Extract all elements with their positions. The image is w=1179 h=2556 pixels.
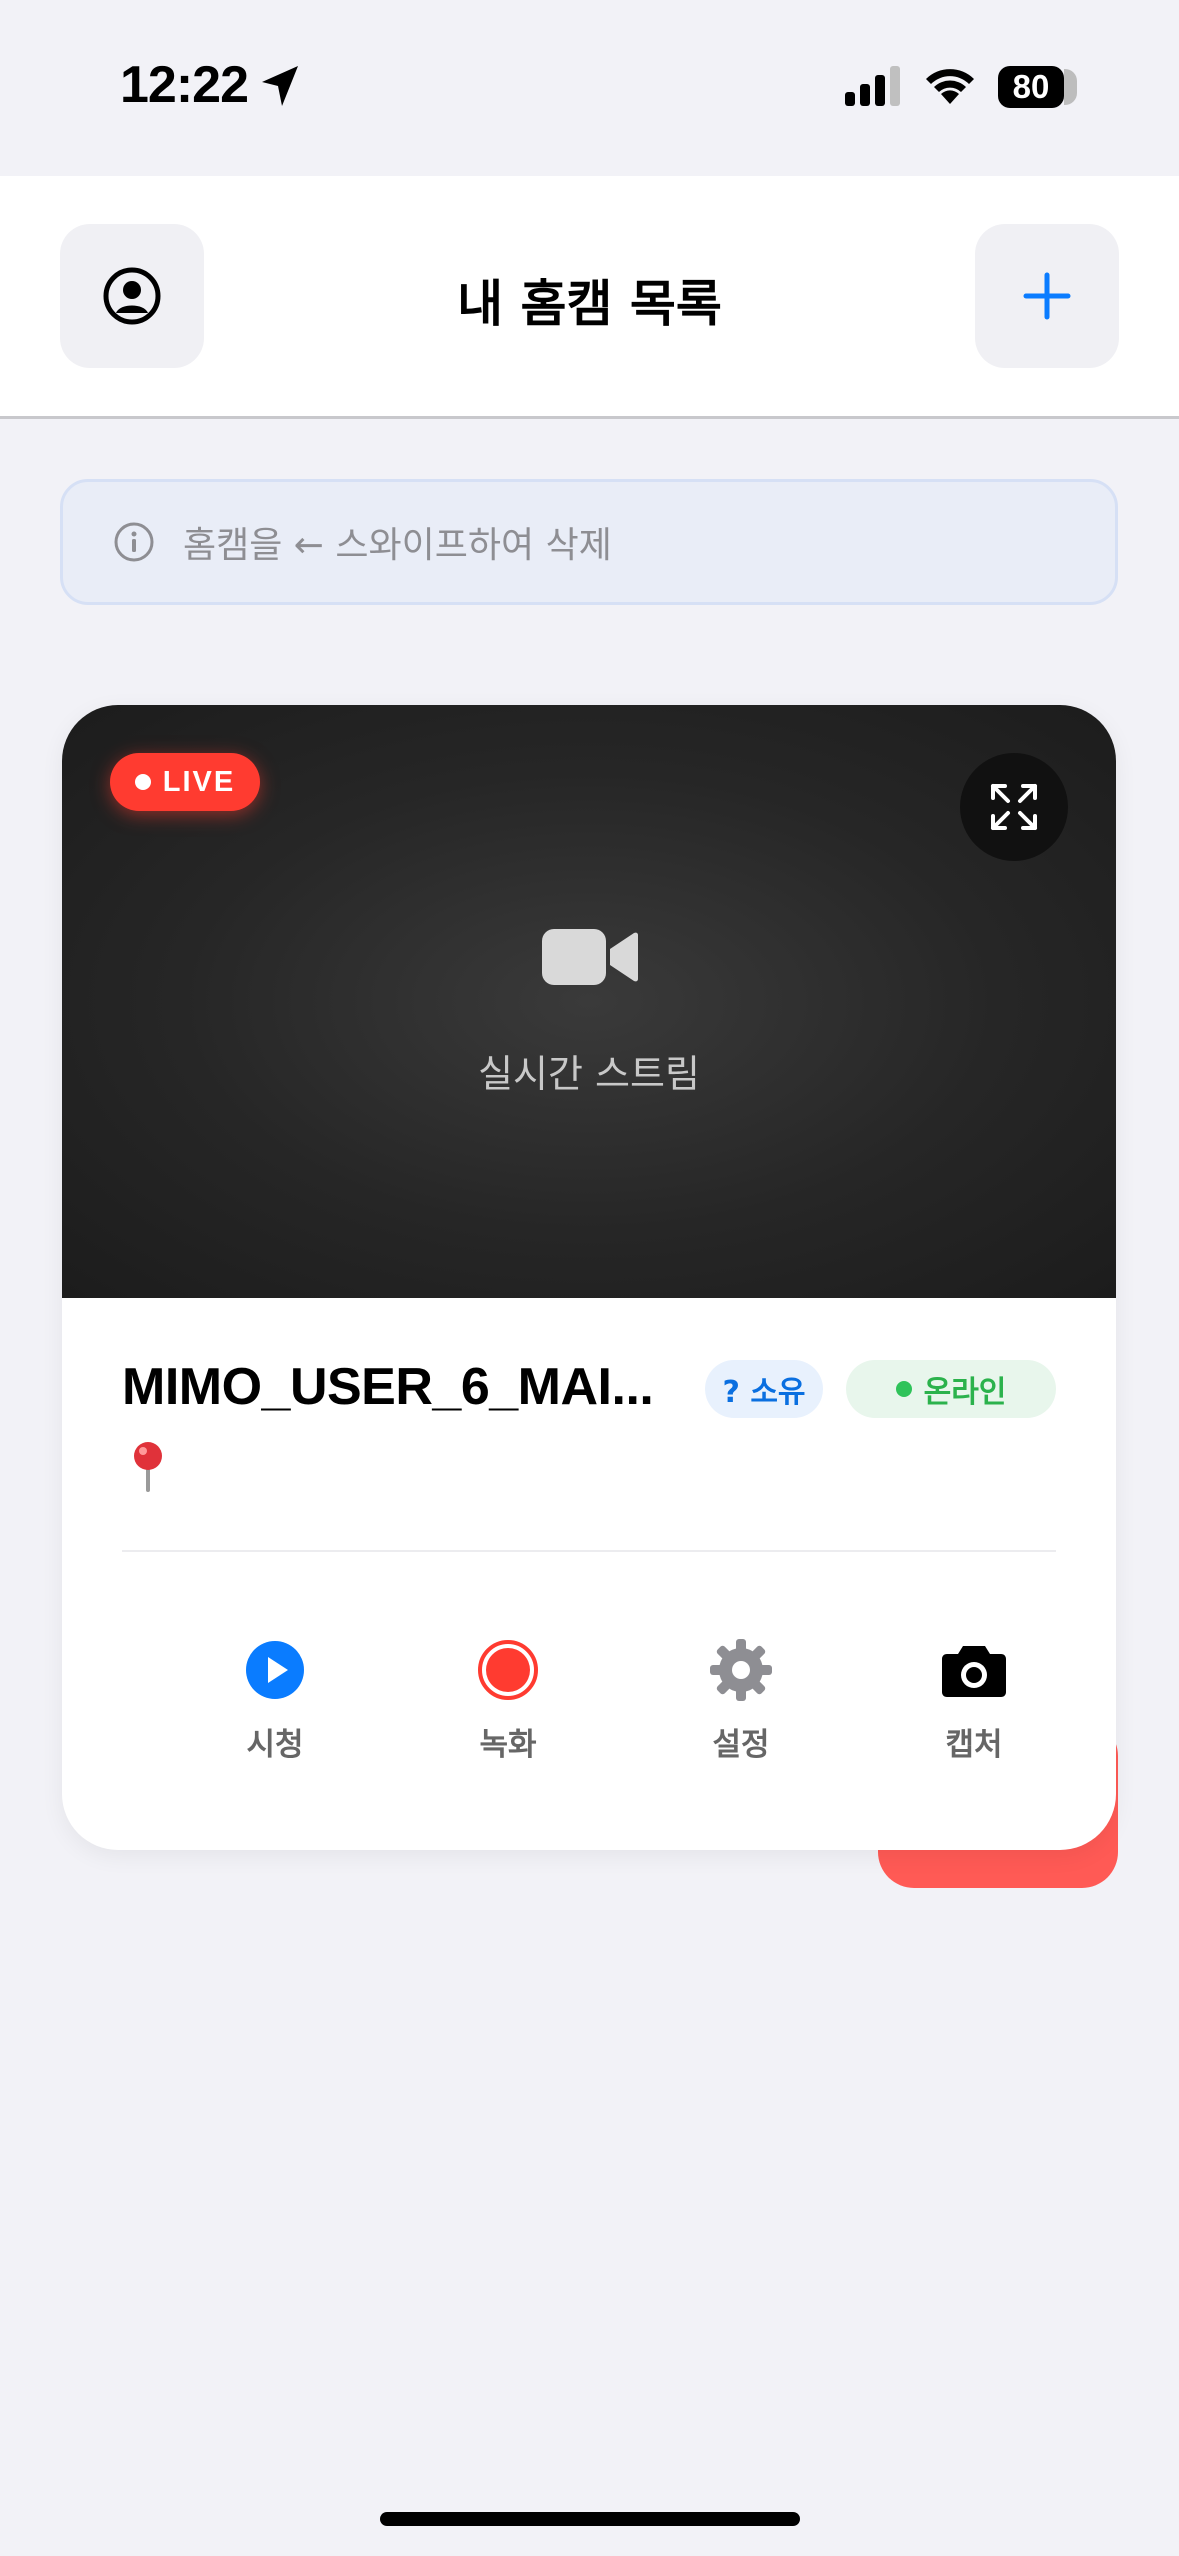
settings-label: 설정 [712,1727,770,1763]
capture-button[interactable]: 캡처 [894,1635,1054,1775]
camera-actions: 시청 녹화 설정 캡처 [122,1635,1056,1775]
capture-label: 캡처 [945,1727,1003,1763]
stream-caption: 실시간 스트림 [478,1052,700,1096]
live-dot [134,774,151,790]
expand-icon [991,784,1037,830]
battery-level: 80 [1012,68,1050,105]
record-icon [478,1640,538,1700]
camera-name: MIMO_USER_6_MAI... [122,1358,654,1416]
video-camera-icon [542,929,638,985]
info-icon [114,522,154,562]
status-badge-label: 온라인 [923,1375,1007,1410]
add-camera-button[interactable] [975,224,1119,368]
hint-text: 홈캠을 ← 스와이프하여 삭제 [183,525,612,566]
camera-icon [942,1646,1006,1697]
status-bar: 12:22 80 [0,0,1179,176]
battery-indicator: 80 [998,66,1077,108]
camera-card[interactable]: LIVE 실시간 스트림 MIMO_USER_6_MAI... ? 소유 온라인… [62,705,1116,1850]
location-arrow-icon [262,66,298,106]
cellular-signal-icon [845,66,900,106]
divider [122,1550,1056,1552]
online-dot [895,1381,912,1397]
watch-button[interactable]: 시청 [195,1635,355,1775]
wifi-icon [926,69,974,104]
fullscreen-button[interactable] [960,753,1068,861]
video-preview[interactable]: LIVE 실시간 스트림 [62,705,1116,1298]
status-time: 12:22 [120,56,249,114]
status-badge: 온라인 [846,1360,1056,1418]
swipe-hint-banner: 홈캠을 ← 스와이프하여 삭제 [60,479,1118,605]
live-label: LIVE [162,765,236,798]
play-circle-icon [246,1641,304,1699]
pin-icon [134,1442,162,1492]
live-badge: LIVE [110,753,260,811]
watch-label: 시청 [246,1727,304,1763]
record-label: 녹화 [479,1727,537,1763]
settings-button[interactable]: 설정 [661,1635,821,1775]
nav-header: 내 홈캠 목록 [0,176,1179,419]
owner-badge: ? 소유 [705,1360,823,1418]
home-indicator [380,2512,800,2526]
record-button[interactable]: 녹화 [428,1635,588,1775]
gear-icon [710,1639,772,1701]
plus-icon [1023,272,1071,320]
